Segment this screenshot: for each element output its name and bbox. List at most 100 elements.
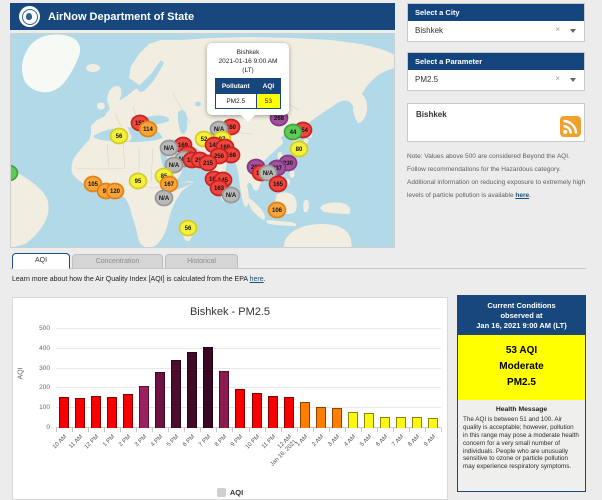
aqi-map-marker[interactable]: 215 bbox=[200, 156, 217, 171]
parameter-select-value: PM2.5 bbox=[415, 75, 438, 84]
aqi-map-marker[interactable]: 95 bbox=[130, 174, 147, 189]
chart-bar[interactable] bbox=[139, 386, 149, 428]
chart-bar[interactable] bbox=[123, 394, 133, 428]
parameter-select[interactable]: PM2.5 × bbox=[408, 70, 584, 90]
chart-bar[interactable] bbox=[332, 408, 342, 428]
chart-bar[interactable] bbox=[380, 417, 390, 428]
chart-bar[interactable] bbox=[316, 407, 326, 428]
epa-link[interactable]: here bbox=[250, 276, 264, 283]
chart-bar[interactable] bbox=[75, 398, 85, 428]
x-axis-tick bbox=[329, 428, 330, 432]
aqi-chart-panel: Bishkek - PM2.5 AQI 010020030040050010 A… bbox=[12, 297, 448, 500]
chart-bar[interactable] bbox=[235, 389, 245, 428]
y-axis-tick-label: 500 bbox=[39, 325, 50, 332]
clear-parameter-icon[interactable]: × bbox=[555, 75, 560, 83]
aqi-value-box: 53 AQI Moderate PM2.5 bbox=[458, 335, 585, 400]
svg-text:44: 44 bbox=[290, 130, 297, 136]
popup-lt: (LT) bbox=[210, 66, 286, 75]
chart-bar[interactable] bbox=[364, 413, 374, 428]
chart-bar[interactable] bbox=[59, 397, 69, 428]
note-here-link[interactable]: here bbox=[515, 192, 529, 199]
health-message-title: Health Message bbox=[458, 406, 585, 413]
chart-bar[interactable] bbox=[171, 360, 181, 428]
svg-text:105: 105 bbox=[88, 182, 99, 188]
clear-city-icon[interactable]: × bbox=[555, 26, 560, 34]
aqi-map-marker[interactable]: N/A bbox=[161, 141, 178, 156]
tab-historical[interactable]: Historical bbox=[165, 254, 238, 269]
x-axis-label: 9 AM bbox=[353, 434, 433, 441]
svg-text:167: 167 bbox=[164, 182, 175, 188]
x-axis-tick bbox=[184, 428, 185, 432]
aqi-map-marker[interactable]: 44 bbox=[285, 125, 302, 140]
x-axis-tick bbox=[232, 428, 233, 432]
gridline bbox=[56, 348, 441, 349]
chart-bar[interactable] bbox=[268, 396, 278, 428]
chart-bar[interactable] bbox=[412, 417, 422, 428]
popup-pointer bbox=[241, 115, 255, 122]
chart-bar[interactable] bbox=[300, 402, 310, 428]
chart-legend[interactable]: AQI bbox=[13, 482, 447, 500]
aqi-map-marker[interactable]: 120 bbox=[107, 184, 124, 199]
parameter-select-panel: Select a Parameter PM2.5 × bbox=[407, 52, 585, 91]
x-axis-tick bbox=[281, 428, 282, 432]
x-axis-tick bbox=[265, 428, 266, 432]
x-axis-tick bbox=[393, 428, 394, 432]
city-select[interactable]: Bishkek × bbox=[408, 21, 584, 41]
chart-bar[interactable] bbox=[203, 347, 213, 428]
x-axis-tick bbox=[297, 428, 298, 432]
aqi-map-marker[interactable]: 165 bbox=[270, 177, 287, 192]
aqi-map-marker[interactable]: 80 bbox=[291, 142, 308, 157]
x-axis-tick bbox=[120, 428, 121, 432]
chart-bar[interactable] bbox=[428, 418, 438, 428]
aqi-map-marker[interactable]: 114 bbox=[140, 122, 157, 137]
tab-aqi[interactable]: AQI bbox=[12, 253, 70, 269]
world-aqi-map[interactable]: 268151160114N/A15444565297169142168N/A80… bbox=[10, 33, 395, 248]
aqi-map-marker[interactable]: N/A bbox=[223, 188, 240, 203]
chart-bar[interactable] bbox=[219, 371, 229, 428]
svg-text:95: 95 bbox=[135, 179, 142, 185]
chart-bar[interactable] bbox=[284, 397, 294, 428]
popup-aqi-value: 53 bbox=[256, 94, 281, 109]
aqi-map-marker[interactable]: 167 bbox=[161, 177, 178, 192]
x-axis-tick bbox=[345, 428, 346, 432]
chevron-down-icon[interactable] bbox=[570, 29, 576, 33]
svg-text:106: 106 bbox=[272, 208, 283, 214]
chart-title: Bishkek - PM2.5 bbox=[13, 306, 447, 318]
gridline bbox=[56, 328, 441, 329]
department-of-state-seal-icon bbox=[19, 6, 40, 27]
chart-bar[interactable] bbox=[396, 417, 406, 428]
x-axis-tick bbox=[313, 428, 314, 432]
chart-bar[interactable] bbox=[187, 352, 197, 428]
app-header: AirNow Department of State bbox=[10, 3, 395, 30]
rss-icon[interactable] bbox=[560, 116, 581, 137]
city-select-panel: Select a City Bishkek × bbox=[407, 3, 585, 42]
map-canvas: 268151160114N/A15444565297169142168N/A80… bbox=[11, 34, 395, 248]
chart-bar[interactable] bbox=[155, 372, 165, 428]
popup-city: Bishkek bbox=[210, 48, 286, 57]
chart-bar[interactable] bbox=[348, 412, 358, 428]
chart-bar[interactable] bbox=[91, 396, 101, 428]
svg-text:56: 56 bbox=[185, 226, 192, 232]
aqi-map-marker[interactable]: 56 bbox=[111, 129, 128, 144]
svg-text:114: 114 bbox=[143, 127, 153, 133]
chevron-down-icon[interactable] bbox=[570, 78, 576, 82]
tab-concentration[interactable]: Concentration bbox=[72, 254, 163, 269]
current-conditions-panel: Current Conditions observed at Jan 16, 2… bbox=[457, 295, 586, 492]
note-text: Note: Values above 500 are considered Be… bbox=[407, 150, 590, 202]
svg-text:215: 215 bbox=[203, 161, 214, 167]
svg-text:N/A: N/A bbox=[263, 171, 274, 177]
popup-col-pollutant: Pollutant bbox=[215, 79, 256, 94]
app-title: AirNow Department of State bbox=[48, 11, 194, 23]
aqi-map-marker[interactable]: N/A bbox=[156, 191, 173, 206]
aqi-map-marker[interactable]: 56 bbox=[180, 221, 197, 236]
chart-bar[interactable] bbox=[252, 393, 262, 428]
x-axis-tick bbox=[249, 428, 250, 432]
aqi-map-marker[interactable]: 106 bbox=[269, 203, 286, 218]
city-select-value: Bishkek bbox=[415, 26, 443, 35]
svg-text:120: 120 bbox=[110, 189, 121, 195]
city-select-header: Select a City bbox=[408, 4, 584, 21]
aqi-value: 53 AQI bbox=[458, 343, 585, 359]
x-axis-tick bbox=[168, 428, 169, 432]
chart-bar[interactable] bbox=[107, 397, 117, 428]
y-axis-tick-label: 0 bbox=[46, 424, 50, 431]
